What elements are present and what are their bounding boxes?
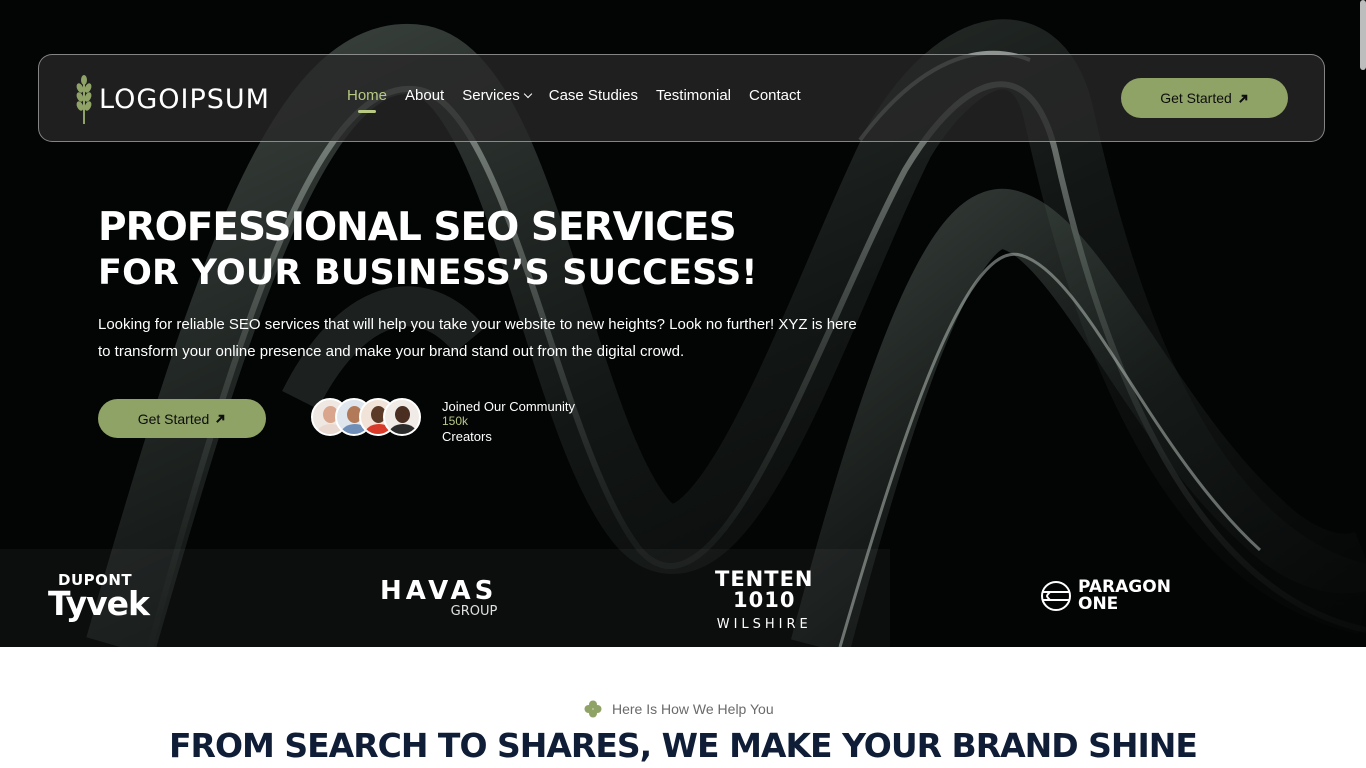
hero-title-line2: FOR YOUR BUSINESS’S SUCCESS! xyxy=(98,253,758,293)
tyvek-main-text: Tyvek xyxy=(48,584,150,623)
nav-link-case-studies[interactable]: Case Studies xyxy=(549,87,638,104)
havas-main-text: HAVAS xyxy=(380,576,498,606)
community-label: Joined Our Community xyxy=(442,399,575,414)
community-unit: Creators xyxy=(442,429,492,444)
avatar xyxy=(383,398,421,436)
logo[interactable]: LOGOIPSUM xyxy=(75,73,270,125)
paragon-line2: ONE xyxy=(1078,594,1119,614)
logo-text: LOGOIPSUM xyxy=(99,83,270,115)
nav-link-home[interactable]: Home xyxy=(347,87,387,113)
brand-logo-paragon: PARAGON ONE xyxy=(1040,579,1171,613)
hero-description: Looking for reliable SEO services that w… xyxy=(98,316,857,360)
havas-sub-text: GROUP xyxy=(450,604,498,619)
section-title: FROM SEARCH TO SHARES, WE MAKE YOUR BRAN… xyxy=(169,726,1198,765)
tenten-line1: TENTEN xyxy=(715,567,814,591)
wheat-logo-icon xyxy=(76,75,92,124)
clover-icon xyxy=(584,700,602,718)
arrow-up-right-icon xyxy=(216,414,225,423)
brand-logo-tenten: TENTEN 1010 WILSHIRE xyxy=(715,567,814,633)
nav-get-started-button[interactable]: Get Started xyxy=(1121,78,1288,118)
nav-link-testimonial[interactable]: Testimonial xyxy=(656,87,731,104)
nav-link-services-label: Services xyxy=(462,87,520,104)
nav-link-contact[interactable]: Contact xyxy=(749,87,801,104)
paragon-globe-icon xyxy=(1041,581,1071,611)
hero-get-started-label: Get Started xyxy=(137,410,210,427)
hero-section: LOGOIPSUM Home About Services Case Studi… xyxy=(0,0,1366,647)
community-stats: Joined Our Community 150k Creators xyxy=(442,399,575,444)
community-avatars xyxy=(311,398,421,436)
tenten-sub: WILSHIRE xyxy=(716,617,812,632)
chevron-down-icon xyxy=(523,89,532,99)
hero-get-started-button[interactable]: Get Started xyxy=(98,399,266,438)
arrow-up-right-icon xyxy=(1238,94,1248,103)
brand-logo-strip: DUPONT Tyvek HAVAS GROUP TENTEN 1010 WIL… xyxy=(0,549,1366,647)
brand-logo-tyvek: DUPONT Tyvek xyxy=(48,571,150,623)
navbar: LOGOIPSUM Home About Services Case Studi… xyxy=(38,54,1325,142)
tenten-line2: 1010 xyxy=(733,588,796,612)
section-tag: Here Is How We Help You xyxy=(584,700,774,718)
community-count: 150k xyxy=(442,414,469,428)
brand-logo-havas: HAVAS GROUP xyxy=(380,577,497,619)
nav-get-started-label: Get Started xyxy=(1160,90,1232,106)
scrollbar-thumb[interactable] xyxy=(1360,0,1366,70)
hero-title-line1: PROFESSIONAL SEO SERVICES xyxy=(98,205,737,250)
nav-link-services[interactable]: Services xyxy=(462,87,532,104)
nav-links: Home About Services Case Studies Testimo… xyxy=(347,87,801,113)
section-tag-label: Here Is How We Help You xyxy=(612,701,774,717)
nav-link-about[interactable]: About xyxy=(405,87,444,104)
